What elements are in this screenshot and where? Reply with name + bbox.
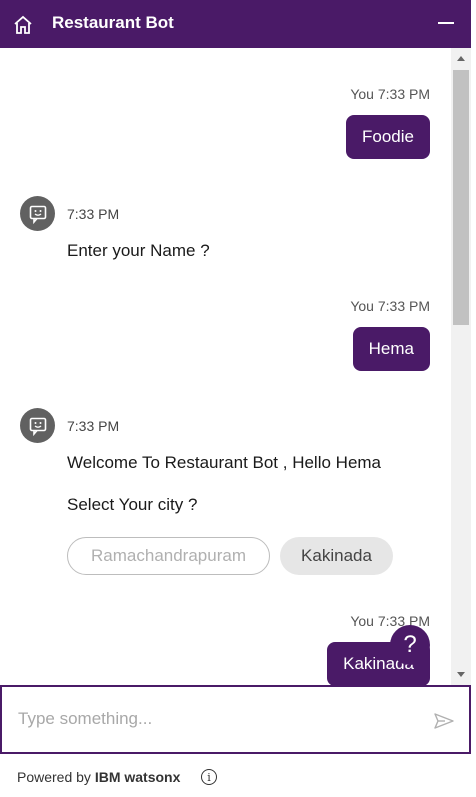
bot-avatar — [20, 196, 55, 231]
message-text: Foodie — [362, 127, 414, 146]
scrollbar[interactable] — [451, 48, 471, 685]
sender-name: You — [350, 86, 374, 102]
help-label: ? — [403, 631, 417, 658]
chat-title: Restaurant Bot — [52, 13, 174, 32]
user-message-bubble: Hema — [352, 327, 430, 371]
help-button[interactable]: ? — [390, 625, 430, 665]
message-input[interactable]: Type something... — [18, 709, 152, 729]
message-time: 7:33 PM — [377, 298, 430, 314]
message-input-bar[interactable]: Type something... — [0, 685, 471, 754]
bot-message-text: Enter your Name ? — [67, 241, 210, 260]
footer: Powered by IBM watsonx i — [0, 754, 471, 797]
message-meta: You 7:33 PM — [350, 298, 430, 314]
scroll-thumb[interactable] — [453, 70, 469, 325]
bot-message-text: Select Your city ? — [67, 495, 198, 514]
option-ramachandrapuram: Ramachandrapuram — [67, 537, 270, 575]
message-meta: You 7:33 PM — [350, 86, 430, 102]
sender-name: You — [350, 613, 374, 629]
option-kakinada[interactable]: Kakinada — [280, 537, 393, 575]
user-message-bubble: Foodie — [346, 115, 430, 159]
bot-message-text: Welcome To Restaurant Bot , Hello Hema — [67, 453, 382, 472]
send-icon[interactable] — [434, 713, 454, 729]
scroll-down-arrow-icon[interactable] — [457, 672, 465, 677]
message-time: 7:33 PM — [377, 86, 430, 102]
chat-window: Restaurant Bot You 7:33 PM Foodie 7:33 P… — [0, 0, 471, 797]
powered-by-label: Powered by — [17, 769, 91, 785]
powered-by-text: Powered by IBM watsonx — [17, 769, 180, 785]
message-list: You 7:33 PM Foodie 7:33 PM Enter your Na… — [0, 48, 451, 685]
chat-bot-icon — [29, 417, 46, 436]
bot-avatar — [20, 408, 55, 443]
minimize-icon[interactable] — [438, 22, 454, 24]
scroll-up-arrow-icon[interactable] — [457, 56, 465, 61]
chat-header: Restaurant Bot — [0, 0, 471, 48]
chat-bot-icon — [29, 205, 46, 224]
message-text: Hema — [368, 339, 414, 358]
sender-name: You — [350, 298, 374, 314]
home-icon — [14, 15, 32, 34]
brand-name: IBM watsonx — [94, 769, 181, 785]
message-time: 7:33 PM — [67, 206, 120, 222]
info-icon[interactable]: i — [201, 769, 217, 785]
message-time: 7:33 PM — [67, 418, 120, 434]
home-button[interactable] — [12, 14, 34, 36]
